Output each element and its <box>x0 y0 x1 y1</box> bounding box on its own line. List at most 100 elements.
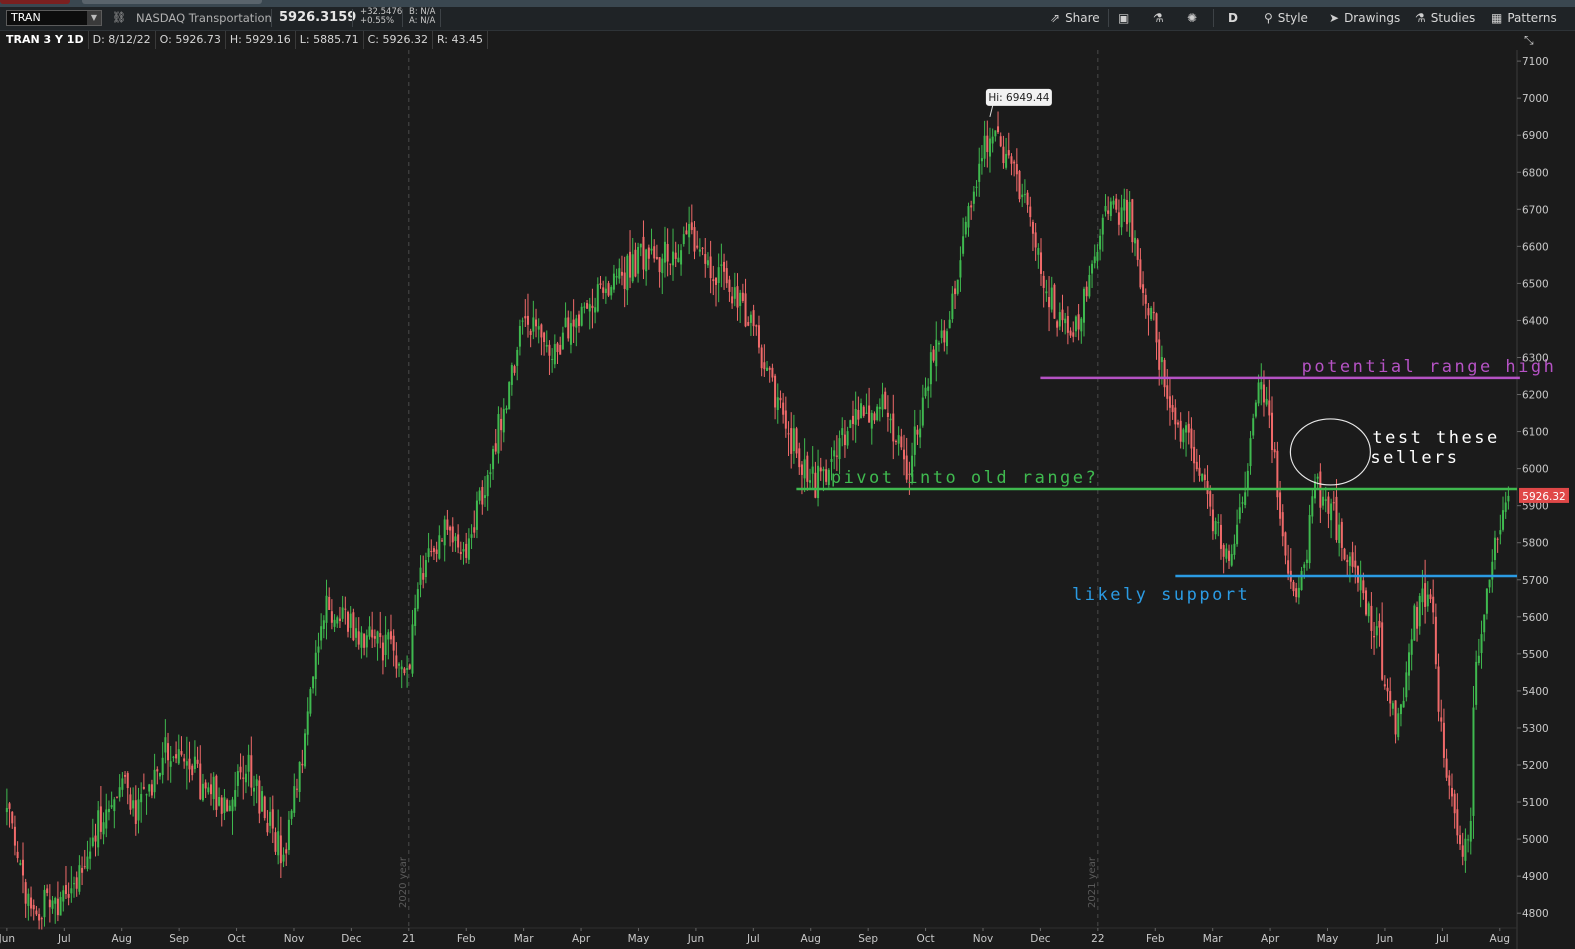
down-candle <box>373 636 376 639</box>
down-candle <box>441 540 444 542</box>
up-candle <box>298 761 301 792</box>
up-candle <box>518 325 521 347</box>
up-candle <box>1112 200 1115 205</box>
up-candle <box>341 607 344 619</box>
down-candle <box>513 366 516 373</box>
x-tick-label: Nov <box>973 933 994 945</box>
up-candle <box>827 469 830 485</box>
x-tick-label: Jun <box>1376 933 1393 945</box>
down-candle <box>1056 321 1059 328</box>
y-tick-label: 5600 <box>1522 612 1549 624</box>
down-candle <box>1287 560 1290 574</box>
down-candle <box>1077 314 1080 330</box>
up-candle <box>878 406 881 409</box>
x-tick-label: Dec <box>1030 933 1051 945</box>
up-candle <box>252 787 255 792</box>
down-candle <box>747 322 750 326</box>
up-candle <box>1322 496 1325 506</box>
up-candle <box>610 287 613 296</box>
up-candle <box>290 810 293 819</box>
down-candle <box>903 449 906 460</box>
down-candle <box>1069 330 1072 336</box>
up-candle <box>62 890 65 902</box>
down-candle <box>1187 423 1190 433</box>
up-candle <box>637 246 640 274</box>
x-tick-label: May <box>628 933 650 945</box>
down-candle <box>379 633 382 638</box>
up-candle <box>766 367 769 371</box>
down-candle <box>1346 560 1349 563</box>
y-tick-label: 6600 <box>1522 241 1549 253</box>
up-candle <box>118 787 121 798</box>
y-tick-label: 4900 <box>1522 871 1549 883</box>
down-candle <box>1158 339 1161 370</box>
down-candle <box>725 268 728 284</box>
up-candle <box>193 756 196 770</box>
down-candle <box>790 428 793 454</box>
x-tick-label: 21 <box>402 933 415 945</box>
up-candle <box>677 257 680 263</box>
up-candle <box>27 893 30 906</box>
up-candle <box>618 268 621 279</box>
down-candle <box>666 243 669 262</box>
down-candle <box>1416 607 1419 629</box>
up-candle <box>1305 559 1308 564</box>
up-candle <box>927 386 930 391</box>
down-candle <box>1378 620 1381 628</box>
down-candle <box>704 254 707 264</box>
down-candle <box>1262 384 1265 403</box>
down-candle <box>35 910 38 915</box>
up-candle <box>1214 521 1217 535</box>
up-candle <box>876 406 879 421</box>
up-candle <box>1244 492 1247 506</box>
down-candle <box>1228 550 1231 561</box>
down-candle <box>1034 232 1037 248</box>
up-candle <box>1502 510 1505 530</box>
up-candle <box>1413 605 1416 641</box>
down-candle <box>271 809 274 829</box>
down-candle <box>578 314 581 326</box>
down-candle <box>602 287 605 293</box>
up-candle <box>688 223 691 238</box>
down-candle <box>1211 509 1214 532</box>
up-candle <box>1257 382 1260 404</box>
annotation-label: likely support <box>1072 585 1250 605</box>
down-candle <box>1085 286 1088 297</box>
down-candle <box>389 631 392 640</box>
price-chart[interactable]: 2020 year 2021 year Hi: 6949.44 potential … <box>0 0 1575 949</box>
up-candle <box>739 292 742 307</box>
up-candle <box>817 465 820 499</box>
down-candle <box>274 832 277 852</box>
down-candle <box>347 611 350 632</box>
up-candle <box>809 480 812 483</box>
price-axis: 4800 4900 5000 5100 5200 5300 5400 5500 5600 5700… <box>1517 56 1569 920</box>
up-candle <box>1021 194 1024 198</box>
down-candle <box>196 759 199 764</box>
up-candle <box>1246 470 1249 490</box>
up-candle <box>414 608 417 627</box>
down-candle <box>529 330 532 335</box>
down-candle <box>1007 150 1010 156</box>
up-candle <box>1005 153 1008 168</box>
up-candle <box>489 472 492 475</box>
x-tick-label: Apr <box>1261 933 1280 945</box>
up-candle <box>201 783 204 801</box>
down-candle <box>782 402 785 415</box>
up-candle <box>978 163 981 182</box>
down-candle <box>892 413 895 442</box>
down-candle <box>723 261 726 272</box>
x-tick-label: 22 <box>1091 933 1104 945</box>
up-candle <box>505 408 508 410</box>
down-candle <box>1429 594 1432 600</box>
down-candle <box>13 826 16 846</box>
x-tick-label: Jul <box>57 933 71 945</box>
down-candle <box>1136 239 1139 260</box>
y-tick-label: 5300 <box>1522 723 1549 735</box>
y-tick-label: 6300 <box>1522 352 1549 364</box>
down-candle <box>1219 524 1222 549</box>
down-candle <box>744 293 747 327</box>
down-candle <box>1147 308 1150 316</box>
down-candle <box>1010 156 1013 164</box>
down-candle <box>457 534 460 548</box>
up-candle <box>161 757 164 775</box>
